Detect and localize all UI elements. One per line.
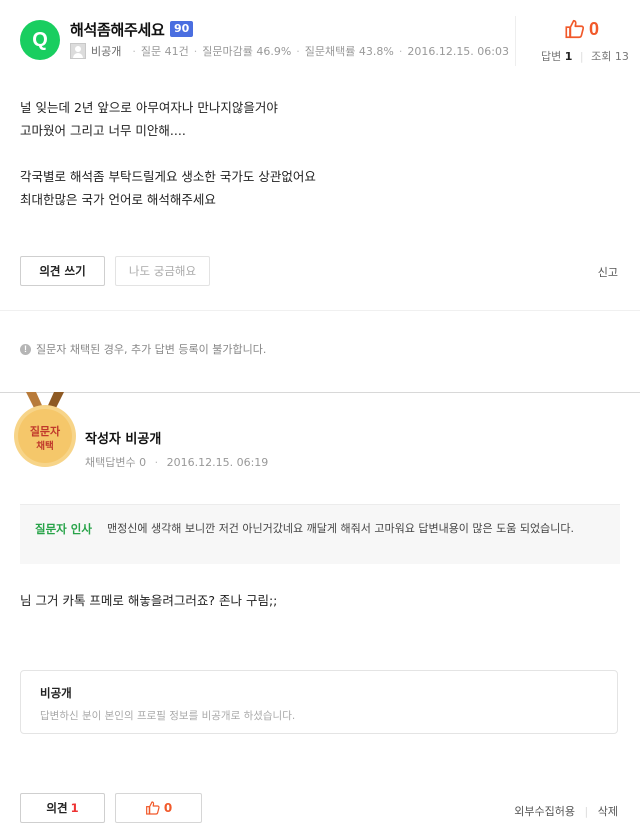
separator: | xyxy=(584,805,589,818)
answerer-profile-box: 비공개 답변하신 분이 본인의 프로필 정보를 비공개로 하셨습니다. xyxy=(20,670,618,734)
question-author[interactable]: 비공개 xyxy=(91,43,121,59)
medal-label-line1: 질문자 xyxy=(30,424,61,438)
separator: · xyxy=(398,44,403,58)
like-count: 0 xyxy=(588,18,599,39)
delete-link[interactable]: 삭제 xyxy=(598,805,618,818)
answer-like-button[interactable]: 0 xyxy=(115,793,202,823)
like-button[interactable]: 0 xyxy=(564,18,599,40)
section-divider xyxy=(0,392,640,393)
points-badge: 90 xyxy=(170,21,194,37)
answer-opinion-button[interactable]: 의견 1 xyxy=(20,793,105,823)
answer-body: 님 그거 카톡 프메로 해놓을려그러죠? 존나 구림;; xyxy=(20,593,278,608)
question-body-line: 고마웠어 그리고 너무 미안해.... xyxy=(20,123,186,138)
notice-text: 질문자 채택된 경우, 추가 답변 등록이 불가합니다. xyxy=(36,343,267,356)
question-body-line: 최대한많은 국가 언어로 해석해주세요 xyxy=(20,192,216,207)
answer-meta: 채택답변수 0 · 2016.12.15. 06:19 xyxy=(85,454,268,470)
question-body-line: 각국별로 해석좀 부탁드릴게요 생소한 국가도 상관없어요 xyxy=(20,169,316,184)
question-body-gap xyxy=(20,142,620,165)
answer-count: 1 xyxy=(564,50,573,63)
opinion-count: 1 xyxy=(70,801,79,815)
question-count: 질문 41건 xyxy=(140,45,189,58)
thumbs-up-icon xyxy=(145,801,160,815)
divider xyxy=(0,310,640,311)
answer-like-count: 0 xyxy=(163,801,173,815)
avatar-icon xyxy=(70,43,86,59)
separator: · xyxy=(193,44,198,58)
view-label: 조회 xyxy=(591,50,612,63)
separator: | xyxy=(579,50,584,63)
question-date: 2016.12.15. 06:03 xyxy=(407,44,510,58)
adopt-notice: ! 질문자 채택된 경우, 추가 답변 등록이 불가합니다. xyxy=(20,341,266,357)
question-meta: 비공개 · 질문 41건 · 질문마감률 46.9% · 질문채택률 43.8%… xyxy=(70,43,509,59)
medal-label-line2: 채택 xyxy=(36,440,53,452)
answer-date: 2016.12.15. 06:19 xyxy=(166,456,269,469)
profile-title: 비공개 xyxy=(40,686,72,700)
external-collect-link[interactable]: 외부수집허용 xyxy=(514,805,575,818)
separator: · xyxy=(154,456,159,469)
question-stats-panel: 0 답변 1 | 조회 13 xyxy=(515,16,629,66)
answer-author: 작성자 비공개 xyxy=(85,432,162,447)
info-icon: ! xyxy=(20,343,31,355)
thumbs-up-icon xyxy=(565,19,585,39)
question-q-icon: Q xyxy=(20,20,60,60)
thanks-label: 질문자 인사 xyxy=(35,522,92,536)
asker-thanks-box: 질문자 인사 맨정신에 생각해 보니깐 저건 아닌거갔네요 깨달게 해줘서 고마… xyxy=(20,504,620,564)
answer-view-stats: 답변 1 | 조회 13 xyxy=(541,48,629,64)
opinion-label: 의견 xyxy=(46,801,68,815)
answer-label: 답변 xyxy=(541,50,562,63)
adopt-rate: 질문채택률 43.8% xyxy=(304,45,394,58)
view-count: 13 xyxy=(614,50,629,63)
profile-description: 답변하신 분이 본인의 프로필 정보를 비공개로 하셨습니다. xyxy=(40,710,296,722)
separator: · xyxy=(132,44,136,58)
write-opinion-button[interactable]: 의견 쓰기 xyxy=(20,256,105,286)
me-too-curious-button[interactable]: 나도 궁금해요 xyxy=(115,256,210,286)
adopted-answer-count: 채택답변수 0 xyxy=(85,456,147,469)
question-body-line: 널 잊는데 2년 앞으로 아무여자나 만나지않을거야 xyxy=(20,100,278,115)
close-rate: 질문마감률 46.9% xyxy=(202,45,292,58)
thanks-text: 맨정신에 생각해 보니깐 저건 아닌거갔네요 깨달게 해줘서 고마워요 답변내용… xyxy=(107,522,574,535)
question-header: Q 해석좀해주세요 90 비공개 · 질문 41건 · 질문마감률 46.9% … xyxy=(0,0,640,84)
report-link[interactable]: 신고 xyxy=(598,264,618,280)
adopted-medal-icon: 질문자 채택 xyxy=(14,392,76,467)
question-body: 널 잊는데 2년 앞으로 아무여자나 만나지않을거야 고마웠어 그리고 너무 미… xyxy=(20,96,620,211)
separator: · xyxy=(296,44,300,58)
answer-footer-links: 외부수집허용 | 삭제 xyxy=(514,803,618,819)
question-title: 해석좀해주세요 xyxy=(70,21,165,39)
